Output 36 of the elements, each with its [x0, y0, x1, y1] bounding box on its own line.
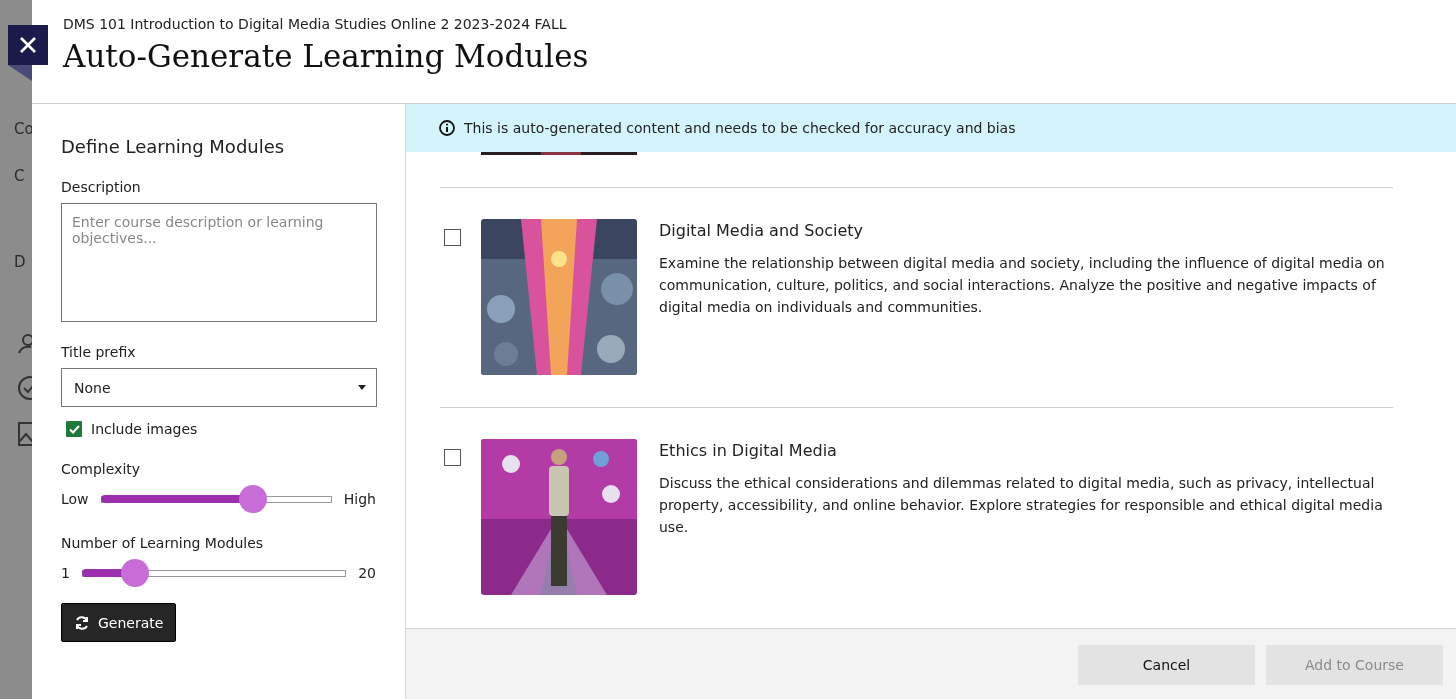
dialog-title: Auto-Generate Learning Modules — [63, 38, 590, 74]
background-text: D — [13, 252, 26, 273]
close-icon — [19, 36, 37, 54]
person-icon — [18, 334, 32, 354]
slider-min-label: 1 — [61, 565, 70, 581]
slider-thumb[interactable] — [239, 485, 268, 513]
image-icon — [18, 422, 32, 446]
slider-label: Complexity — [61, 461, 142, 477]
title-prefix-dropdown[interactable]: None — [61, 368, 377, 407]
refresh-icon — [74, 614, 90, 631]
field-label: Description — [61, 179, 142, 195]
checkbox[interactable] — [444, 449, 461, 466]
section-heading: Define Learning Modules — [61, 136, 286, 157]
close-button[interactable] — [8, 25, 48, 65]
checkbox[interactable] — [66, 421, 82, 437]
notice-text: This is auto-generated content and needs to be checked for accuracy and bias — [464, 120, 1016, 136]
background-text: C — [13, 166, 25, 187]
generate-button[interactable]: Generate — [61, 603, 177, 642]
course-name: DMS 101 Introduction to Digital Media Studies Online 2 2023-2024 FALL — [63, 16, 568, 32]
footer-button[interactable]: Cancel — [1078, 645, 1255, 685]
slider-label: Number of Learning Modules — [61, 535, 265, 551]
slider-max-label: High — [343, 491, 376, 507]
info-icon — [439, 120, 455, 136]
slider-thumb[interactable] — [120, 559, 149, 587]
module-title: Digital Media and Society — [659, 221, 865, 240]
field-label: Title prefix — [61, 344, 137, 360]
slider-min-label: Low — [61, 491, 89, 507]
checkbox-label: Include images — [91, 421, 198, 437]
module-title: Ethics in Digital Media — [659, 441, 838, 460]
module-description: Examine the relationship between digital media and society, including the influence of digital media on communication, culture, politics, and social interactions. Analyze the positive and negative impacts of digital media on individuals and communities. — [659, 254, 1386, 317]
slider-max-label: 20 — [358, 565, 376, 581]
background-text: Co — [13, 119, 32, 140]
caret-icon — [358, 385, 366, 390]
checkbox[interactable] — [444, 229, 461, 246]
module-description: Discuss the ethical considerations and dilemmas related to digital media, such as privacy, intellectual property, accessibility, and online behavior. Explore strategies for responsible and ethical digital media use. — [659, 474, 1384, 537]
description-field[interactable]: Enter course description or learning objectives... — [61, 203, 377, 322]
